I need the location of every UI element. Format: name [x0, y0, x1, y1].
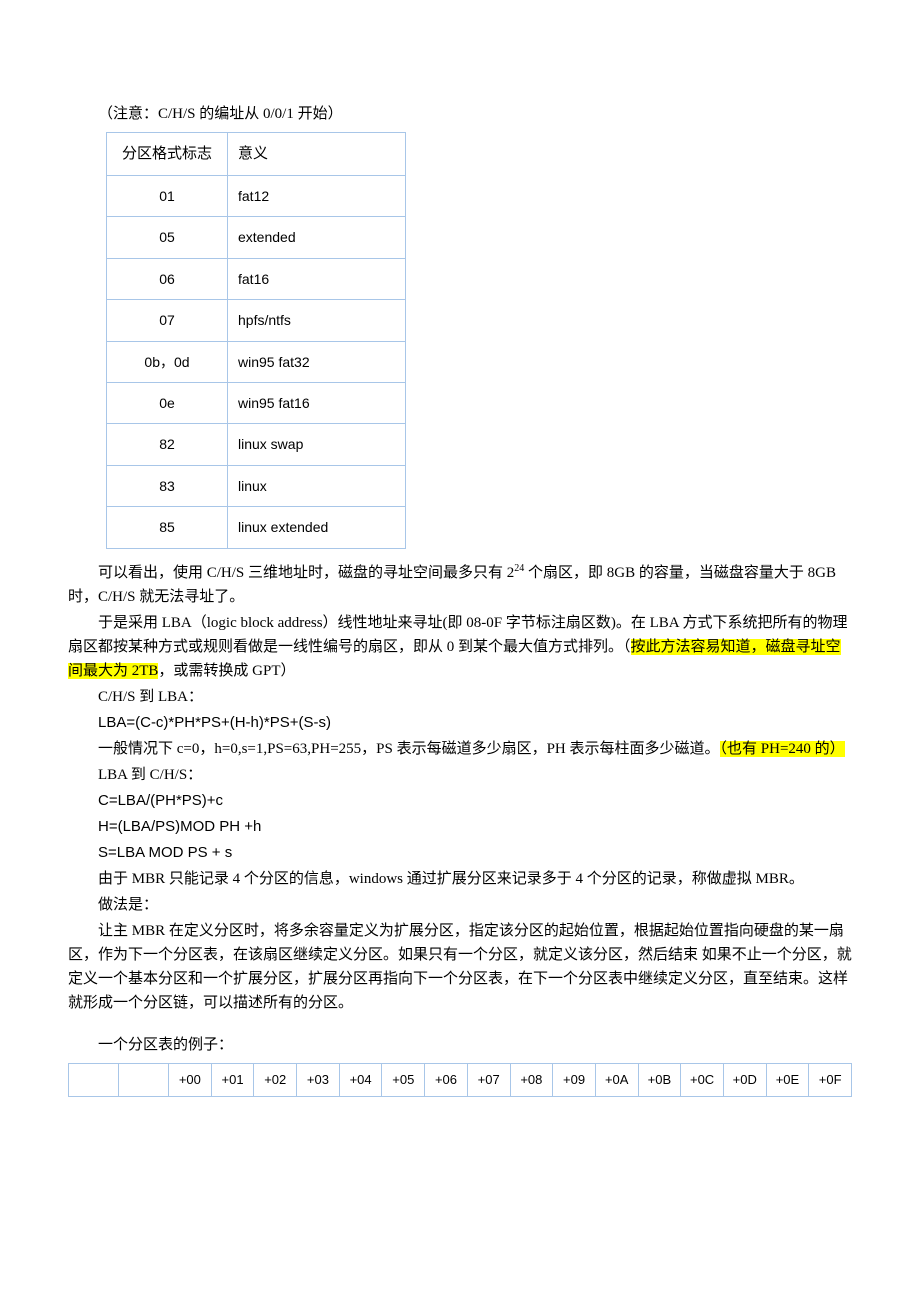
- table-row: 0ewin95 fat16: [107, 382, 406, 423]
- highlight-ph240: （也有 PH=240 的）: [720, 741, 845, 757]
- h-formula: H=(LBA/PS)MOD PH +h: [68, 815, 852, 839]
- th-off: +06: [425, 1063, 468, 1097]
- th-blank-1: [69, 1063, 119, 1097]
- th-off: +0A: [595, 1063, 638, 1097]
- th-off: +00: [169, 1063, 212, 1097]
- th-off: +03: [297, 1063, 340, 1097]
- th-off: +0C: [681, 1063, 724, 1097]
- table-row: 01fat12: [107, 176, 406, 217]
- th-off: +05: [382, 1063, 425, 1097]
- table-row: 85linux extended: [107, 507, 406, 548]
- th-blank-2: [119, 1063, 169, 1097]
- th-off: +0E: [766, 1063, 809, 1097]
- table-row: 05extended: [107, 217, 406, 258]
- th-off: +0B: [638, 1063, 681, 1097]
- table-row: 83linux: [107, 465, 406, 506]
- paragraph-method-label: 做法是：: [68, 893, 852, 917]
- chs-to-lba-label: C/H/S 到 LBA：: [68, 685, 852, 709]
- th-meaning: 意义: [228, 133, 406, 176]
- hex-offset-table: +00 +01 +02 +03 +04 +05 +06 +07 +08 +09 …: [68, 1063, 852, 1098]
- partition-table-example-label: 一个分区表的例子：: [68, 1033, 852, 1057]
- table-row: 0b，0dwin95 fat32: [107, 341, 406, 382]
- paragraph-chs-limit: 可以看出，使用 C/H/S 三维地址时，磁盘的寻址空间最多只有 224 个扇区，…: [68, 561, 852, 609]
- th-off: +09: [553, 1063, 596, 1097]
- lba-formula: LBA=(C-c)*PH*PS+(H-h)*PS+(S-s): [68, 711, 852, 735]
- th-off: +01: [211, 1063, 254, 1097]
- th-flag: 分区格式标志: [107, 133, 228, 176]
- paragraph-lba: 于是采用 LBA（logic block address）线性地址来寻址(即 0…: [68, 611, 852, 683]
- lba-to-chs-label: LBA 到 C/H/S：: [68, 763, 852, 787]
- partition-format-table: 分区格式标志 意义 01fat12 05extended 06fat16 07h…: [106, 132, 406, 549]
- table-row: 82linux swap: [107, 424, 406, 465]
- table-row: 07hpfs/ntfs: [107, 300, 406, 341]
- document-page: （注意：C/H/S 的编址从 0/0/1 开始） 分区格式标志 意义 01fat…: [0, 0, 920, 1137]
- table-row: 06fat16: [107, 258, 406, 299]
- c-formula: C=LBA/(PH*PS)+c: [68, 789, 852, 813]
- th-off: +02: [254, 1063, 297, 1097]
- th-off: +0F: [809, 1063, 852, 1097]
- paragraph-defaults: 一般情况下 c=0，h=0,s=1,PS=63,PH=255，PS 表示每磁道多…: [68, 737, 852, 761]
- paragraph-mbr-method: 让主 MBR 在定义分区时，将多余容量定义为扩展分区，指定该分区的起始位置，根据…: [68, 919, 852, 1015]
- top-note: （注意：C/H/S 的编址从 0/0/1 开始）: [68, 102, 852, 126]
- th-off: +07: [467, 1063, 510, 1097]
- s-formula: S=LBA MOD PS + s: [68, 841, 852, 865]
- th-off: +0D: [723, 1063, 766, 1097]
- th-off: +08: [510, 1063, 553, 1097]
- th-off: +04: [339, 1063, 382, 1097]
- paragraph-mbr-limit: 由于 MBR 只能记录 4 个分区的信息，windows 通过扩展分区来记录多于…: [68, 867, 852, 891]
